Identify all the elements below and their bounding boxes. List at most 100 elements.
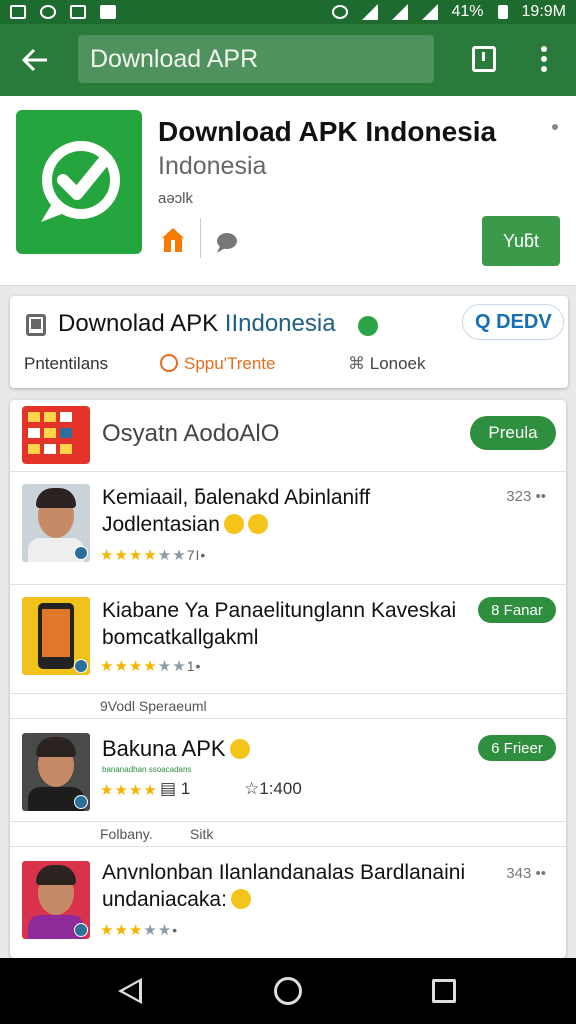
rating-count: 7I• [186,547,207,563]
chat-icon [214,232,238,254]
tab-lookup-label: Lonoek [369,354,426,373]
emoji-icon [223,514,244,534]
app-logo [16,110,142,254]
row-divider [10,693,566,694]
stars-empty: ★★ [157,658,187,675]
tab-entertainment[interactable]: Pntentilans [24,354,108,374]
stars-empty: ★★ [157,547,187,564]
overflow-dot[interactable] [552,124,558,130]
list-subheader-right: Sitk [190,826,214,842]
info-icon[interactable] [472,46,496,72]
item-title-line2: bomcatkallgakml [102,626,259,649]
chat-icon: ▤ [160,779,181,798]
section-title: Osyatn AodoAlO [102,420,280,447]
item-title: Bakuna APK [102,735,492,762]
emoji-icon [229,739,250,759]
item-title: Kemiaail, ƃalenakd Abinlaniff Jodlentasi… [102,484,492,538]
clock: 19:9M [521,3,566,20]
rating-count: 1• [186,658,202,674]
document-icon [26,314,46,336]
signal-icon [391,4,408,20]
app-toolbar: Download APR [0,24,576,96]
stars-empty: ★★ [143,922,173,939]
stars-filled: ★★★★ [100,782,158,799]
list-item[interactable]: Anvnlonban Ilanlandanalas Bardlanaini un… [10,847,566,958]
alarm-icon [40,5,56,19]
tab-trending-label: Sppu'Trente [184,354,276,373]
phone-screen [42,609,70,657]
more-options-icon[interactable] [540,46,548,72]
item-thumbnail [22,861,90,939]
verified-icon [358,316,378,336]
item-meta: 343 •• [506,865,546,882]
item-action-button[interactable]: 6 Frieer [478,735,556,761]
item-thumbnail [22,733,90,811]
status-indicators: 41% 19:9M [331,3,566,21]
nav-recents-icon[interactable] [432,979,456,1003]
wifi-icon [361,4,378,20]
comment-count-value: 1 [180,779,191,798]
badge-icon [74,923,88,937]
clock-icon [160,354,178,372]
tab-lookup[interactable]: ⌘ Lonoek [348,354,426,374]
item-title-line2: undaniacaka: [102,888,227,911]
nav-home-icon[interactable] [274,977,302,1005]
search-chip[interactable]: Q DEDV [462,304,564,340]
star-outline-icon: ☆ [244,779,260,798]
stars-filled: ★★★★ [100,658,158,675]
section-thumbnail [22,406,90,464]
app-developer[interactable]: Indonesia [158,152,266,181]
header-divider [200,218,201,258]
download-count-value: 1:400 [259,779,302,798]
back-arrow-icon[interactable] [0,24,70,96]
install-button[interactable]: Yuƃt [482,216,560,266]
badge-icon [74,546,88,560]
comment-count: ▤ 1 [160,779,190,799]
emoji-icon [230,889,251,909]
hair-shape [36,737,76,757]
list-item[interactable]: Kemiaail, ƃalenakd Abinlaniff Jodlentasi… [10,472,566,584]
app-header-card: Download APK Indonesia Indonesia aəɔlk Y… [0,96,576,286]
rating-count: • [172,922,179,938]
list-section-header: Osyatn AodoAlO Preula [10,400,566,472]
item-title-line2: Jodlentasian [102,513,220,536]
item-title: Kiabane Ya Panaelitunglann Kaveskai bomc… [102,597,492,651]
item-title-line1: Kemiaail, ƃalenakd Abinlaniff [102,486,371,509]
emoji-icon [247,514,268,534]
rating-stars: ★★★★★★1• [100,657,201,675]
rating-stars: ★★★★ [100,781,158,799]
item-title-line1: Anvnlonban Ilanlandanalas Bardlanaini [102,861,466,884]
app-info-card: Downolad APK IIndonesia Q DEDV Pntentila… [10,296,568,388]
section-action-button[interactable]: Preula [470,416,556,450]
system-nav-bar [0,958,576,1024]
battery-icon [497,5,508,19]
item-title: Anvnlonban Ilanlandanalas Bardlanaini un… [102,859,492,913]
app-list: Osyatn AodoAlO Preula Kemiaail, ƃalenakd… [10,400,566,958]
image-icon [10,5,26,19]
badge-icon [74,795,88,809]
puzzle-icon: ⌘ [348,354,370,373]
mute-icon [331,5,348,19]
item-action-button[interactable]: 8 Fanar [478,597,556,623]
download-count: ☆1:400 [244,779,302,799]
item-title-text: Bakuna APK [102,736,226,761]
list-subheader: 9Vodl Speraeuml [100,698,207,714]
nav-back-icon[interactable] [118,978,142,1004]
tab-trending[interactable]: Sppu'Trente [160,354,275,374]
item-thumbnail [22,484,90,562]
camera-icon [100,5,116,19]
info-card-title: Downolad APK IIndonesia [58,310,336,338]
list-item[interactable]: Bakuna APK bananadhan ssoacadans 6 Friee… [10,719,566,821]
list-item[interactable]: Kiabane Ya Panaelitunglann Kaveskai bomc… [10,585,566,693]
item-title-line1: Kiabane Ya Panaelitunglann Kaveskai [102,599,457,622]
gallery-icon [70,5,86,19]
badge-icon [74,659,88,673]
rating-stars: ★★★★★• [100,921,178,939]
signal-icon-2 [421,4,438,20]
search-input[interactable]: Download APR [78,35,434,83]
age-rating-icon [158,226,188,256]
info-card-title-main: Downolad APK [58,310,225,337]
info-card-title-highlight: IIndonesia [224,310,336,337]
hair-shape [36,865,76,885]
row-divider [10,821,566,822]
